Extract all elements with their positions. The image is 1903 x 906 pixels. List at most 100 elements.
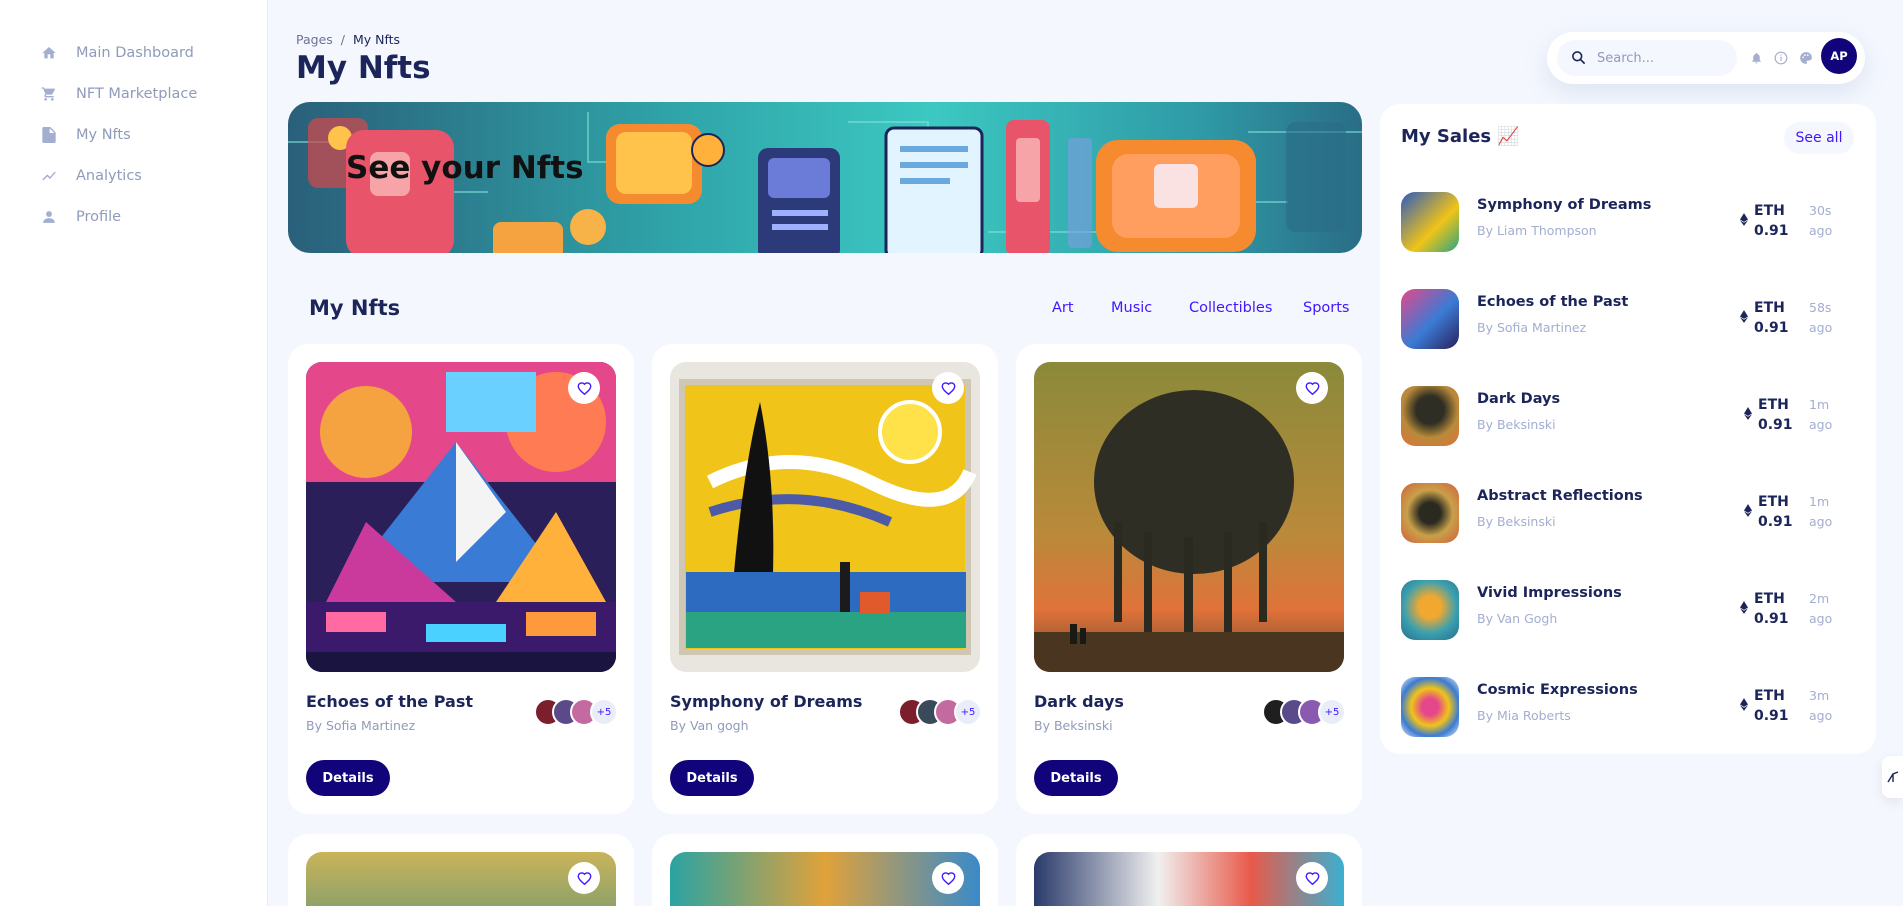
sale-item[interactable]: Abstract Reflections By Beksinski ETH 0.9… [1401, 481, 1861, 545]
sale-thumbnail [1401, 192, 1459, 252]
favorite-heart-icon[interactable] [568, 862, 600, 894]
bidders-count-badge: +5 [1318, 698, 1346, 726]
nft-author: By Sofia Martinez [306, 718, 416, 733]
nft-card [288, 834, 634, 906]
user-icon [40, 208, 58, 226]
sidebar-item-label: Main Dashboard [76, 45, 194, 61]
sidebar-item-label: NFT Marketplace [76, 86, 198, 102]
configurator-toggle[interactable] [1882, 756, 1903, 798]
sale-author: By Beksinski [1477, 417, 1556, 432]
chart-icon [40, 167, 58, 185]
sale-thumbnail [1401, 386, 1459, 446]
sale-item[interactable]: Cosmic Expressions By Mia Roberts ETH 0.9… [1401, 675, 1861, 739]
sale-thumbnail [1401, 677, 1459, 737]
home-icon [40, 44, 58, 62]
breadcrumb-current: My Nfts [352, 32, 401, 47]
sale-item[interactable]: Vivid Impressions By Van Gogh ETH 0.91 2m… [1401, 578, 1861, 642]
sidebar-item-main-dashboard[interactable]: Main Dashboard [40, 39, 194, 67]
nft-author: By Beksinski [1034, 718, 1113, 733]
sale-author: By Van Gogh [1477, 611, 1558, 626]
sale-name: Abstract Reflections [1477, 488, 1643, 504]
sidebar-item-my-nfts[interactable]: My Nfts [40, 121, 131, 149]
sale-author: By Liam Thompson [1477, 223, 1597, 238]
search-input[interactable] [1595, 49, 1725, 67]
nft-card: Echoes of the Past By Sofia Martinez +5 … [288, 344, 634, 814]
sale-price: ETH 0.91 [1754, 203, 1789, 239]
nft-card: Symphony of Dreams By Van gogh +5 Detail… [652, 344, 998, 814]
filter-tab-art[interactable]: Art [1052, 300, 1074, 316]
sale-author: By Beksinski [1477, 514, 1556, 529]
top-toolbar: AP [1547, 32, 1865, 84]
details-button[interactable]: Details [670, 760, 754, 796]
nft-card: Dark days By Beksinski +5 Details [1016, 344, 1362, 814]
sale-time: 1m ago [1809, 494, 1833, 529]
nft-card [1016, 834, 1362, 906]
sale-time: 30s ago [1809, 203, 1833, 238]
filter-tab-sports[interactable]: Sports [1303, 300, 1349, 316]
sidebar-item-profile[interactable]: Profile [40, 203, 121, 231]
nft-card [652, 834, 998, 906]
nft-name: Dark days [1034, 692, 1124, 711]
sale-price: ETH 0.91 [1754, 591, 1789, 627]
sale-price: ETH 0.91 [1754, 300, 1789, 336]
breadcrumb-separator: / [340, 32, 345, 47]
page-title: My Nfts [296, 50, 431, 86]
sales-title: My Sales 📈 [1401, 126, 1520, 147]
search-icon [1571, 50, 1587, 66]
ethereum-icon [1744, 504, 1752, 517]
cart-icon [40, 85, 58, 103]
nft-name: Symphony of Dreams [670, 692, 863, 711]
details-button[interactable]: Details [306, 760, 390, 796]
sidebar-item-nft-marketplace[interactable]: NFT Marketplace [40, 80, 197, 108]
ethereum-icon [1740, 601, 1748, 614]
sale-item[interactable]: Symphony of Dreams By Liam Thompson ETH 0… [1401, 190, 1861, 254]
sale-item[interactable]: Echoes of the Past By Sofia Martinez ETH… [1401, 287, 1861, 351]
banner-title: See your Nfts [346, 150, 584, 186]
sidebar-item-analytics[interactable]: Analytics [40, 162, 142, 190]
filter-tab-collectibles[interactable]: Collectibles [1189, 300, 1272, 316]
ethereum-icon [1740, 213, 1748, 226]
bidder-avatars: +5 [1262, 698, 1346, 726]
sale-item[interactable]: Dark Days By Beksinski ETH 0.91 1m ago [1401, 384, 1861, 448]
favorite-heart-icon[interactable] [1296, 862, 1328, 894]
document-icon [40, 126, 58, 144]
favorite-heart-icon[interactable] [932, 862, 964, 894]
avatar[interactable]: AP [1821, 38, 1857, 74]
ethereum-icon [1744, 407, 1752, 420]
bidder-avatars: +5 [534, 698, 618, 726]
sale-name: Symphony of Dreams [1477, 197, 1652, 213]
ethereum-icon [1740, 310, 1748, 323]
bidder-avatars: +5 [898, 698, 982, 726]
details-button[interactable]: Details [1034, 760, 1118, 796]
sale-author: By Mia Roberts [1477, 708, 1571, 723]
theme-palette-icon[interactable] [1797, 49, 1815, 67]
sidebar-item-label: Profile [76, 209, 122, 225]
sale-thumbnail [1401, 289, 1459, 349]
search-box[interactable] [1557, 40, 1737, 76]
nft-image [670, 362, 980, 672]
nft-image [306, 362, 616, 672]
sidebar-item-label: My Nfts [76, 127, 131, 143]
bell-icon[interactable] [1747, 49, 1765, 67]
bidders-count-badge: +5 [590, 698, 618, 726]
sale-thumbnail [1401, 483, 1459, 543]
settings-slider-icon [1886, 771, 1898, 783]
info-icon[interactable] [1772, 49, 1790, 67]
ethereum-icon [1740, 698, 1748, 711]
favorite-heart-icon[interactable] [932, 372, 964, 404]
sale-author: By Sofia Martinez [1477, 320, 1587, 335]
sale-time: 1m ago [1809, 397, 1833, 432]
favorite-heart-icon[interactable] [1296, 372, 1328, 404]
hero-banner: See your Nfts [288, 102, 1362, 253]
sale-thumbnail [1401, 580, 1459, 640]
see-all-button[interactable]: See all [1784, 122, 1854, 154]
sale-name: Cosmic Expressions [1477, 682, 1638, 698]
sidebar-item-label: Analytics [76, 168, 142, 184]
favorite-heart-icon[interactable] [568, 372, 600, 404]
filter-tab-music[interactable]: Music [1111, 300, 1152, 316]
breadcrumb-root[interactable]: Pages [296, 32, 333, 47]
sale-price: ETH 0.91 [1758, 494, 1793, 530]
sidebar: Main Dashboard NFT Marketplace My Nfts A… [0, 0, 268, 906]
sale-time: 58s ago [1809, 300, 1833, 335]
breadcrumb: Pages / My Nfts [296, 32, 400, 47]
